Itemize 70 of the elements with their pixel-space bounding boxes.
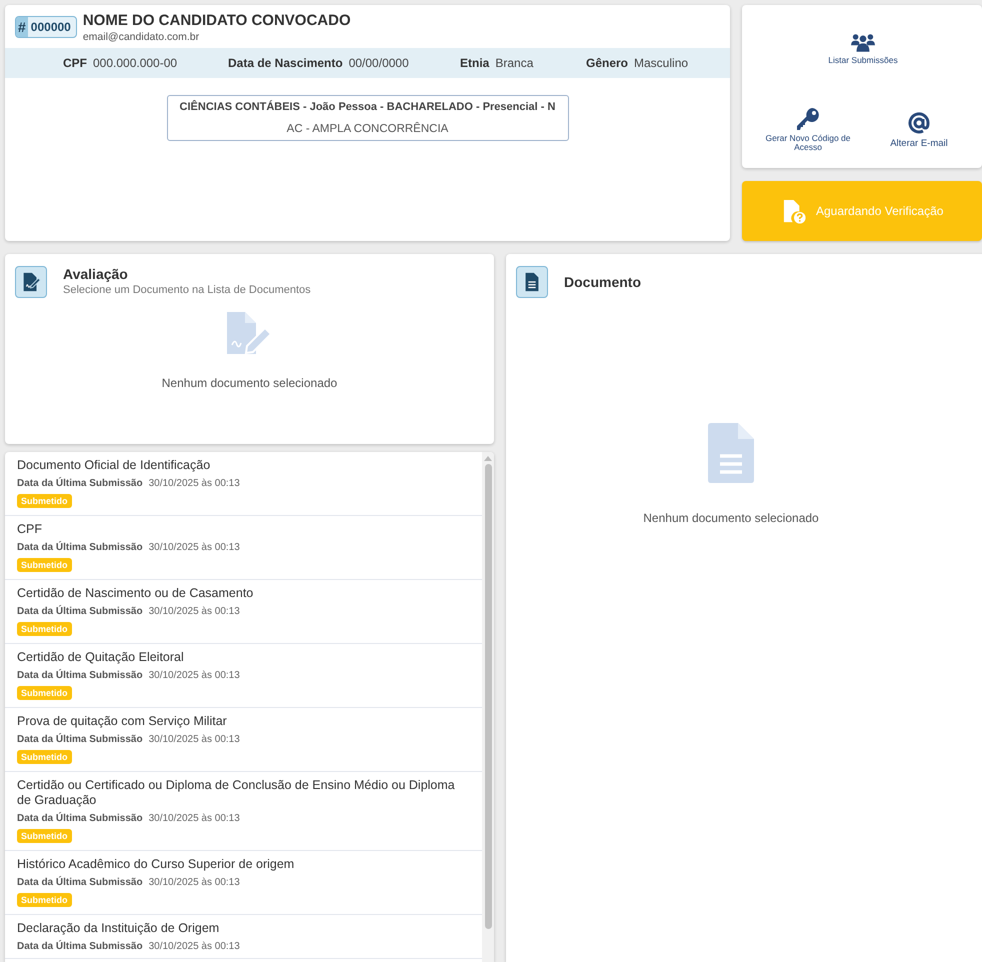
candidate-name: NOME DO CANDIDATO CONVOCADO <box>82 12 351 29</box>
date-label: Data da Última Submissão <box>17 606 143 617</box>
document-title: Prova de quitação com Serviço Militar <box>17 714 228 729</box>
status-badge: Submetido <box>17 750 72 764</box>
date-label: Data da Última Submissão <box>17 941 143 952</box>
date-label: Data da Última Submissão <box>17 734 143 745</box>
info-value: 00/00/0000 <box>348 56 409 70</box>
date-label: Data da Última Submissão <box>17 542 143 553</box>
document-item[interactable]: Prova de quitação com Serviço Militar Data da Última Submissão 30/10/2025 às 00:13 Submetido <box>5 708 482 772</box>
document-title: Documento Oficial de Identificação <box>17 458 212 473</box>
scrollbar[interactable] <box>482 452 494 962</box>
info-value: 000.000.000-00 <box>93 56 178 70</box>
action-button[interactable]: Alterar E-mail <box>890 111 948 149</box>
document-item[interactable]: Certidão ou Certificado ou Diploma de Conclusão de Ensino Médio ou Diploma de Graduação Data da Última Submissão 30/10/2025 às 00:13 Submetido <box>5 772 482 851</box>
date-value: 30/10/2025 às 00:13 <box>148 670 240 681</box>
course-quota: AC - AMPLA CONCORRÊNCIA <box>286 123 450 135</box>
document-title: Certidão de Nascimento ou de Casamento <box>17 586 254 601</box>
document-item[interactable]: CPF Data da Última Submissão 30/10/2025 às 00:13 Submetido <box>5 516 482 580</box>
document-item[interactable]: Documento Oficial de Identificação Data da Última Submissão 30/10/2025 às 00:13 Submetido <box>5 452 482 516</box>
course-title: CIÊNCIAS CONTÁBEIS - João Pessoa - BACHARELADO - Presencial - N <box>178 101 556 113</box>
panel-title: Avaliação <box>63 266 129 282</box>
document-title: Certidão de Quitação Eleitoral <box>17 650 185 665</box>
info-label: Etnia <box>460 56 490 70</box>
status-badge: Submetido <box>17 494 72 508</box>
info-label: Data de Nascimento <box>228 56 343 70</box>
info-value: Masculino <box>634 56 688 70</box>
date-value: 30/10/2025 às 00:13 <box>148 813 240 824</box>
info-label: CPF <box>63 56 87 70</box>
document-item[interactable]: Certidão de Quitação Eleitoral Data da Última Submissão 30/10/2025 às 00:13 Submetido <box>5 644 482 708</box>
date-value: 30/10/2025 às 00:13 <box>148 542 240 553</box>
date-value: 30/10/2025 às 00:13 <box>148 606 240 617</box>
date-value: 30/10/2025 às 00:13 <box>148 734 240 745</box>
empty-message: Nenhum documento selecionado <box>643 511 819 525</box>
action-button[interactable]: Listar Submissões <box>828 33 898 65</box>
document-item[interactable]: Declaração da Instituição de Origem Data da Última Submissão 30/10/2025 às 00:13 <box>5 915 482 959</box>
document-icon <box>708 423 754 483</box>
status-badge: Submetido <box>17 558 72 572</box>
date-value: 30/10/2025 às 00:13 <box>148 941 240 952</box>
document-title: CPF <box>17 522 43 537</box>
document-item[interactable]: Certidão de Nascimento ou de Casamento Data da Última Submissão 30/10/2025 às 00:13 Submetido <box>5 580 482 644</box>
date-value: 30/10/2025 às 00:13 <box>148 478 240 489</box>
hash-symbol: # <box>16 17 28 37</box>
document-question-icon <box>782 198 807 224</box>
at-sign-icon <box>906 111 931 135</box>
info-value: Branca <box>495 56 534 70</box>
status-badge: Submetido <box>17 893 72 907</box>
document-icon <box>516 266 548 298</box>
signature-document-icon <box>15 266 47 298</box>
document-title: Histórico Acadêmico do Curso Superior de origem <box>17 857 296 872</box>
action-button[interactable]: Gerar Novo Código de Acesso <box>760 107 856 153</box>
date-value: 30/10/2025 às 00:13 <box>148 877 240 888</box>
date-label: Data da Última Submissão <box>17 813 143 824</box>
empty-message: Nenhum documento selecionado <box>162 376 338 390</box>
document-title: Certidão ou Certificado ou Diploma de Conclusão de Ensino Médio ou Diploma de Graduação <box>17 778 456 808</box>
date-label: Data da Última Submissão <box>17 478 143 489</box>
date-label: Data da Última Submissão <box>17 877 143 888</box>
candidate-code: 000000 <box>30 19 72 36</box>
panel-subtitle: Selecione um Documento na Lista de Documentos <box>63 284 311 296</box>
document-item[interactable]: Histórico Acadêmico do Curso Superior de origem Data da Última Submissão 30/10/2025 às 00:13 Submetido <box>5 851 482 915</box>
status-badge: Submetido <box>17 622 72 636</box>
document-title: Declaração da Instituição de Origem <box>17 921 220 936</box>
scroll-up-icon[interactable] <box>484 456 492 461</box>
users-icon <box>850 33 875 52</box>
candidate-email: email@candidato.com.br <box>82 31 200 43</box>
status-badge: Submetido <box>17 829 72 843</box>
date-label: Data da Última Submissão <box>17 670 143 681</box>
key-icon <box>796 107 820 131</box>
status-badge: Submetido <box>17 686 72 700</box>
panel-title: Documento <box>564 274 641 290</box>
info-label: Gênero <box>586 56 628 70</box>
